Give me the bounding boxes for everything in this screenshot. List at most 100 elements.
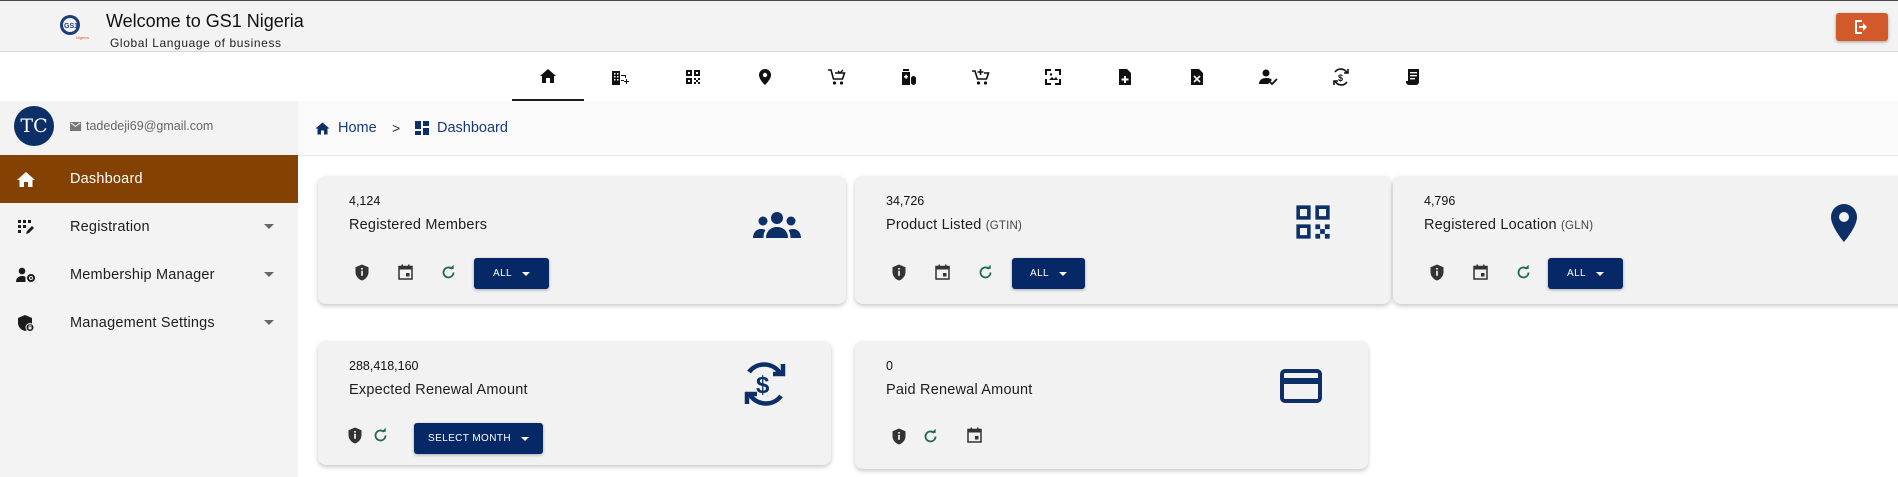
shield-info-icon[interactable] [889, 426, 909, 446]
card-expected-renewal: 288,418,160 Expected Renewal Amount $ SE… [318, 341, 831, 465]
sidebar: TC tadedeji69@gmail.com Dashboard Regist… [0, 101, 298, 477]
topnav-receipt[interactable] [1377, 52, 1449, 101]
medication-icon [902, 68, 916, 85]
credit-card-icon [1280, 369, 1322, 403]
stat-value: 34,726 [886, 194, 925, 208]
topnav-cart[interactable] [801, 52, 873, 101]
svg-text:Nigeria: Nigeria [76, 35, 89, 40]
stat-title-suffix: (GLN) [1561, 220, 1594, 232]
shield-info-icon[interactable] [1427, 262, 1447, 282]
dashboard-icon [415, 121, 429, 135]
currency-exchange-icon: $ [1333, 67, 1349, 86]
members-filter-dropdown[interactable]: ALL [474, 258, 549, 289]
products-filter-dropdown[interactable]: ALL [1012, 258, 1085, 289]
card-product-listed: 34,726 Product Listed (GTIN) ALL [855, 176, 1391, 304]
stat-value: 4,124 [349, 194, 381, 208]
receipt-icon [1406, 68, 1419, 85]
svg-text:$: $ [1338, 73, 1343, 83]
topnav-location[interactable] [729, 52, 801, 101]
topnav-qr[interactable] [657, 52, 729, 101]
sidebar-item-registration[interactable]: Registration [0, 203, 298, 251]
card-paid-renewal: 0 Paid Renewal Amount [855, 341, 1368, 469]
stat-title-text: Product Listed [886, 217, 982, 233]
currency-exchange-icon: $ [740, 359, 790, 409]
refresh-icon[interactable] [1513, 262, 1533, 282]
breadcrumb-current: Dashboard [415, 120, 508, 136]
calendar-icon[interactable] [395, 262, 415, 282]
stat-title: Registered Members [349, 217, 488, 233]
caret-down-icon [520, 436, 529, 441]
topnav-image[interactable] [1017, 52, 1089, 101]
refresh-icon[interactable] [920, 426, 940, 446]
caret-down-icon [1059, 271, 1067, 276]
avatar[interactable]: TC [14, 106, 54, 146]
stat-value: 0 [886, 359, 893, 373]
building-add-icon [612, 70, 629, 85]
topnav-home[interactable] [512, 52, 584, 101]
qr-code-icon [686, 69, 700, 84]
stat-value: 4,796 [1424, 194, 1456, 208]
shield-info-icon[interactable] [345, 425, 365, 445]
calendar-icon[interactable] [1470, 262, 1490, 282]
topnav-medication[interactable] [873, 52, 945, 101]
topnav-company[interactable] [585, 52, 657, 101]
calendar-icon[interactable] [932, 262, 952, 282]
shield-info-icon[interactable] [889, 262, 909, 282]
topnav-person-check[interactable] [1233, 52, 1305, 101]
topnav-add-cart[interactable] [945, 52, 1017, 101]
chevron-down-icon [264, 224, 274, 229]
refresh-icon[interactable] [975, 262, 995, 282]
sidebar-item-management-settings[interactable]: Management Settings [0, 299, 298, 347]
refresh-icon[interactable] [370, 425, 390, 445]
sidebar-item-label: Management Settings [70, 315, 215, 331]
calendar-icon[interactable] [964, 425, 984, 445]
home-icon [15, 169, 37, 189]
stat-title-suffix: (GTIN) [985, 220, 1023, 232]
locations-filter-dropdown[interactable]: ALL [1548, 258, 1623, 289]
delete-document-icon [1191, 68, 1203, 85]
user-email: tadedeji69@gmail.com [70, 119, 213, 133]
breadcrumb-separator: > [392, 120, 401, 136]
image-frame-icon [1045, 68, 1061, 85]
dropdown-label: ALL [493, 268, 512, 279]
stat-title: Expected Renewal Amount [349, 382, 528, 398]
breadcrumb-home-label: Home [338, 120, 377, 136]
sidebar-item-membership-manager[interactable]: Membership Manager [0, 251, 298, 299]
logout-button[interactable] [1836, 13, 1888, 41]
app-title: Welcome to GS1 Nigeria [106, 11, 304, 31]
person-check-icon [1259, 69, 1278, 85]
qr-code-icon [1294, 203, 1332, 241]
stat-title: Registered Location (GLN) [1424, 217, 1593, 233]
home-icon [315, 122, 330, 134]
logout-icon [1855, 20, 1867, 34]
home-icon [540, 68, 556, 83]
topnav-new-document[interactable] [1089, 52, 1161, 101]
sidebar-item-label: Dashboard [70, 171, 143, 187]
chevron-down-icon [264, 272, 274, 277]
user-email-text: tadedeji69@gmail.com [86, 119, 214, 133]
stat-title: Paid Renewal Amount [886, 382, 1033, 398]
person-gear-icon [15, 265, 37, 285]
location-pin-icon [1830, 203, 1858, 243]
shield-info-icon[interactable] [352, 262, 372, 282]
stat-title-text: Registered Location [1424, 217, 1557, 233]
breadcrumb-home[interactable]: Home [315, 120, 377, 136]
topnav-currency-exchange[interactable]: $ [1305, 52, 1377, 101]
app-subtitle: Global Language of business [110, 36, 282, 50]
sidebar-item-dashboard[interactable]: Dashboard [0, 155, 298, 203]
svg-text:GS1: GS1 [64, 23, 78, 30]
refresh-icon[interactable] [438, 262, 458, 282]
app-header: GS1 Nigeria Welcome to GS1 Nigeria Globa… [0, 0, 1898, 52]
top-icon-nav: $ [0, 52, 1898, 101]
renewal-month-dropdown[interactable]: SELECT MONTH [414, 423, 543, 454]
caret-down-icon [1596, 271, 1604, 276]
add-cart-icon [972, 68, 990, 85]
dropdown-label: ALL [1567, 268, 1586, 279]
stat-value: 288,418,160 [349, 359, 419, 373]
registration-icon [15, 217, 37, 237]
svg-text:$: $ [756, 372, 770, 399]
topnav-delete-document[interactable] [1161, 52, 1233, 101]
stat-title: Product Listed (GTIN) [886, 217, 1022, 233]
card-registered-location: 4,796 Registered Location (GLN) ALL [1393, 176, 1898, 304]
card-registered-members: 4,124 Registered Members ALL [318, 176, 846, 304]
